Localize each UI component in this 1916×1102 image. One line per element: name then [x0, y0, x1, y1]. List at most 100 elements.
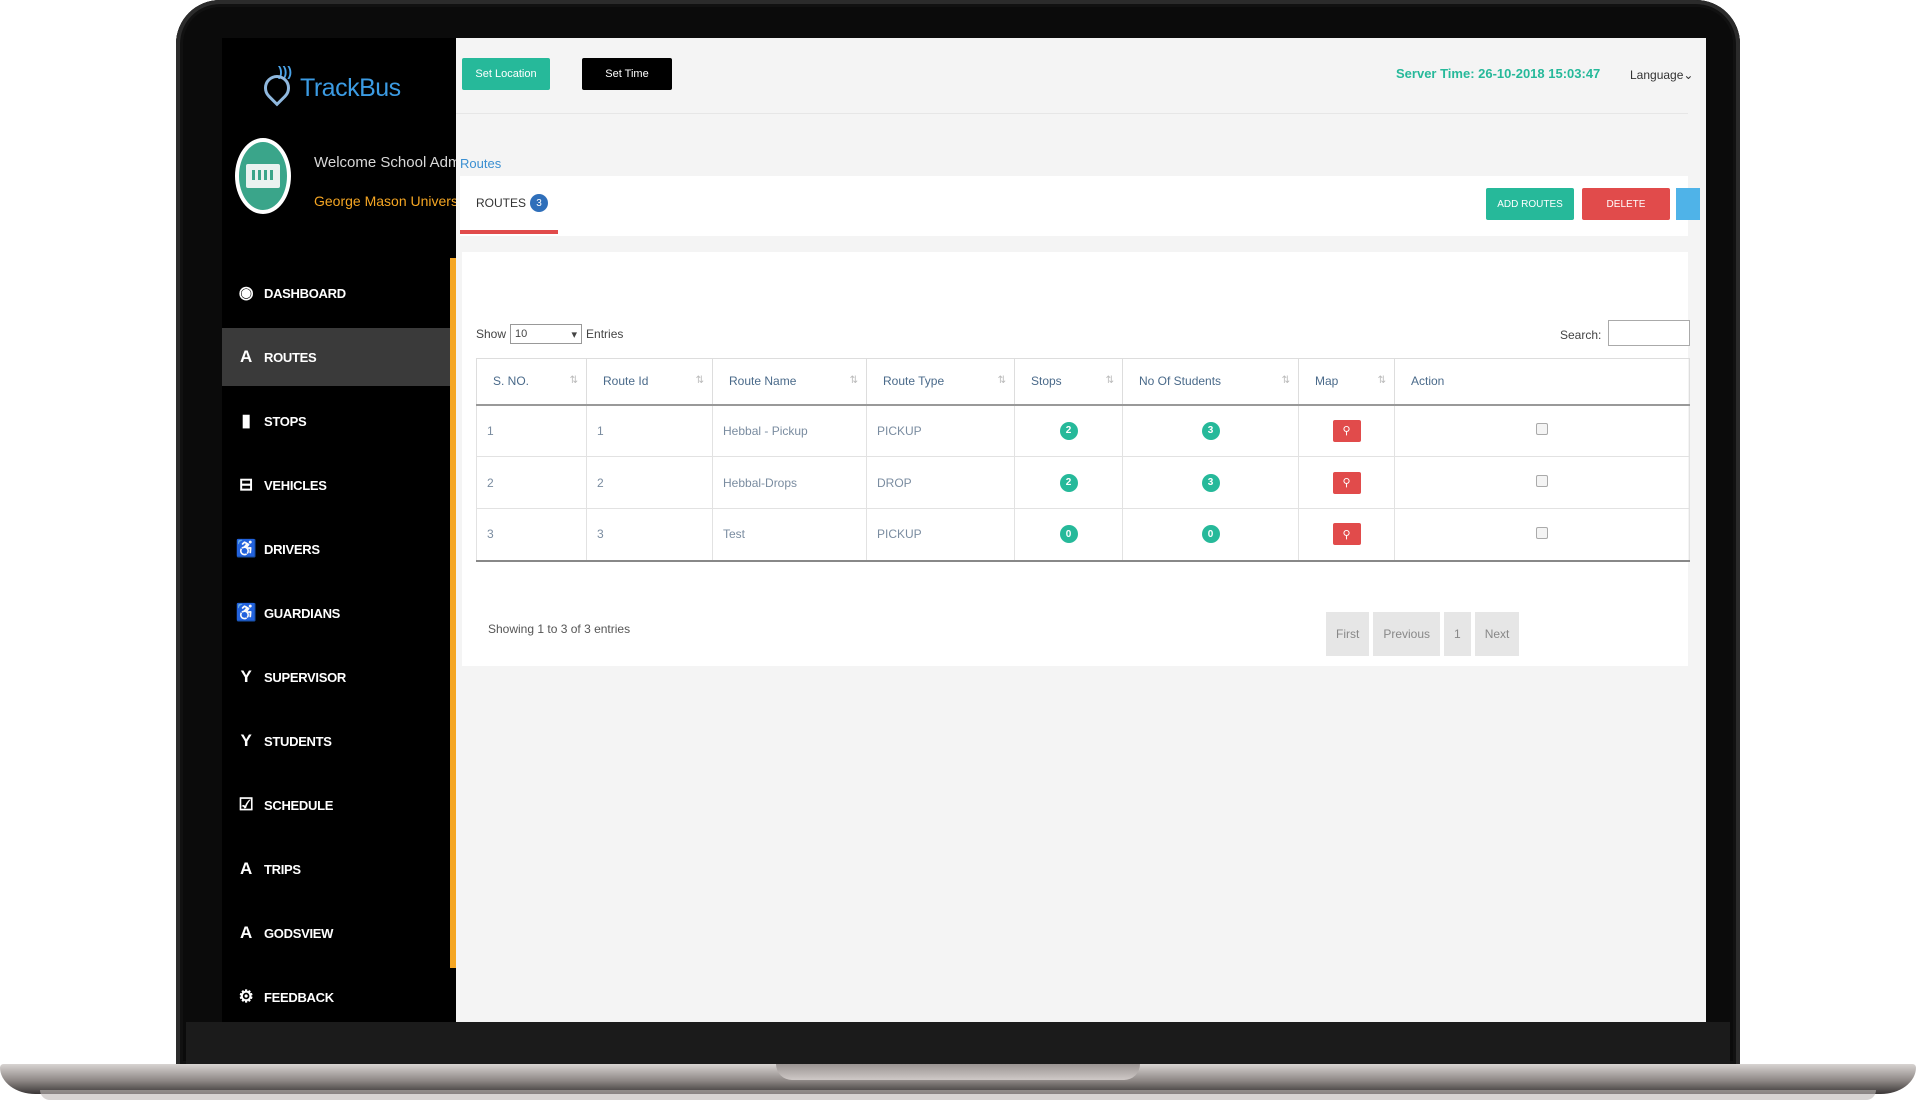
- route-id-cell: 1: [586, 404, 713, 457]
- route-type-cell: PICKUP: [866, 508, 1015, 562]
- sidebar-item-guardians[interactable]: ♿ GUARDIANS: [222, 584, 450, 642]
- action-cell: [1394, 508, 1690, 562]
- dashboard-icon: ◉: [238, 283, 254, 302]
- count-badge: 3: [530, 194, 549, 212]
- row-checkbox[interactable]: [1536, 475, 1548, 487]
- sort-icon[interactable]: ⇅: [850, 375, 858, 386]
- sidebar-item-label: TRIPS: [264, 861, 301, 877]
- set-time-button[interactable]: Set Time: [582, 58, 672, 90]
- sort-icon[interactable]: ⇅: [1282, 375, 1290, 386]
- students-cell: 3: [1122, 404, 1299, 457]
- sidebar-item-students[interactable]: Y STUDENTS: [222, 712, 450, 770]
- column-header-label: No Of Students: [1139, 374, 1222, 389]
- organization-name: George Mason University: [314, 193, 472, 209]
- column-header[interactable]: S. NO. ⇅: [476, 358, 587, 406]
- sidebar-item-trips[interactable]: A TRIPS: [222, 840, 450, 898]
- stops-cell: 2: [1014, 456, 1123, 509]
- sidebar-item-vehicles[interactable]: ⊟ VEHICLES: [222, 456, 450, 514]
- person-icon: Y: [240, 731, 252, 750]
- stops-cell: 2: [1014, 404, 1123, 457]
- column-header[interactable]: Stops ⇅: [1014, 358, 1123, 406]
- column-header-label: Route Id: [603, 374, 649, 389]
- route-id-cell: 2: [586, 456, 713, 509]
- add-routes-button[interactable]: ADD ROUTES: [1486, 188, 1574, 220]
- sidebar-item-label: DRIVERS: [264, 541, 320, 557]
- sort-icon[interactable]: ⇅: [696, 375, 704, 386]
- students-count-badge[interactable]: 3: [1201, 473, 1220, 492]
- entries-select[interactable]: 10 ▾: [510, 324, 583, 344]
- sidebar-item-dashboard[interactable]: ◉ DASHBOARD: [222, 264, 450, 322]
- logo[interactable]: ))) TrackBus: [258, 46, 432, 116]
- extra-action-button[interactable]: [1676, 188, 1700, 220]
- sidebar-item-label: STOPS: [264, 413, 307, 429]
- sidebar-item-schedule[interactable]: ☑ SCHEDULE: [222, 776, 450, 834]
- serial-number-cell: 3: [476, 508, 587, 562]
- previous-page-button[interactable]: Previous: [1373, 612, 1441, 656]
- table-row[interactable]: 3 3 Test PICKUP 0 0 ⚲: [476, 508, 1690, 562]
- language-dropdown[interactable]: Language⌄: [1630, 68, 1693, 82]
- gear-icon: ⚙: [238, 987, 254, 1006]
- school-building-icon: [246, 164, 280, 188]
- page-1-button[interactable]: 1: [1444, 612, 1471, 656]
- next-page-button[interactable]: Next: [1474, 612, 1520, 656]
- row-checkbox[interactable]: [1536, 526, 1548, 539]
- avatar[interactable]: [235, 138, 291, 214]
- wheelchair-icon: ♿: [235, 603, 257, 622]
- column-header[interactable]: Route Id ⇅: [586, 358, 713, 406]
- search-input[interactable]: [1608, 320, 1690, 346]
- search-label: Search:: [1560, 328, 1602, 342]
- sidebar-item-label: DASHBOARD: [264, 285, 346, 301]
- entries-value: 10: [515, 328, 528, 340]
- sidebar-item-label: VEHICLES: [264, 477, 327, 493]
- table-row[interactable]: 2 2 Hebbal-Drops DROP 2 3 ⚲: [476, 456, 1690, 509]
- students-count-badge[interactable]: 3: [1201, 421, 1220, 440]
- sidebar-item-supervisor[interactable]: Y SUPERVISOR: [222, 648, 450, 706]
- sort-icon[interactable]: ⇅: [570, 375, 578, 386]
- column-header[interactable]: Route Name ⇅: [712, 358, 867, 406]
- map-marker-button[interactable]: ⚲: [1332, 471, 1361, 494]
- sidebar-item-label: SUPERVISOR: [264, 669, 347, 685]
- welcome-text: Welcome School Admin: [314, 154, 473, 171]
- map-marker-button[interactable]: ⚲: [1332, 419, 1361, 442]
- students-count-badge[interactable]: 0: [1201, 525, 1220, 544]
- stops-count-badge[interactable]: 2: [1059, 473, 1078, 492]
- laptop-foot: [40, 1090, 1876, 1100]
- sort-icon[interactable]: ⇅: [998, 375, 1006, 386]
- column-header[interactable]: Action: [1394, 358, 1690, 406]
- sidebar-item-godsview[interactable]: A GODSVIEW: [222, 904, 450, 962]
- logo-text: TrackBus: [300, 73, 401, 102]
- sort-icon[interactable]: ⇅: [1378, 375, 1386, 386]
- set-location-button[interactable]: Set Location: [462, 58, 550, 90]
- table-row[interactable]: 1 1 Hebbal - Pickup PICKUP 2 3 ⚲: [476, 404, 1690, 457]
- tab-routes[interactable]: ROUTES 3: [460, 176, 558, 234]
- column-header[interactable]: Map ⇅: [1298, 358, 1395, 406]
- column-header-label: Map: [1315, 374, 1339, 389]
- column-header[interactable]: No Of Students ⇅: [1122, 358, 1299, 406]
- map-marker-button[interactable]: ⚲: [1332, 523, 1361, 546]
- column-header[interactable]: Route Type ⇅: [866, 358, 1015, 406]
- sidebar-item-feedback[interactable]: ⚙ FEEDBACK: [222, 968, 450, 1022]
- person-icon: Y: [240, 667, 252, 686]
- students-cell: 0: [1122, 508, 1299, 562]
- sidebar-item-label: ROUTES: [264, 349, 317, 365]
- sidebar: ))) TrackBus Welcome School Admin George…: [222, 38, 472, 1022]
- first-page-button[interactable]: First: [1326, 612, 1370, 656]
- row-checkbox[interactable]: [1536, 423, 1548, 436]
- delete-button[interactable]: DELETE: [1582, 188, 1670, 220]
- sidebar-item-routes[interactable]: A ROUTES: [222, 328, 450, 386]
- location-pin-icon: ))): [258, 63, 296, 111]
- road-icon: A: [240, 859, 252, 878]
- wheelchair-icon: ♿: [235, 539, 257, 558]
- sidebar-item-stops[interactable]: ▮ STOPS: [222, 392, 450, 450]
- entries-control: Show 10 ▾ Entries: [476, 324, 623, 344]
- column-header-label: Route Type: [883, 374, 945, 389]
- road-icon: A: [240, 923, 252, 942]
- sort-icon[interactable]: ⇅: [1106, 375, 1114, 386]
- sidebar-item-drivers[interactable]: ♿ DRIVERS: [222, 520, 450, 578]
- breadcrumb[interactable]: Routes: [460, 156, 501, 171]
- topbar: Set Location Set Time Server Time: 26-10…: [456, 38, 1693, 114]
- stops-count-badge[interactable]: 0: [1059, 525, 1078, 544]
- stops-count-badge[interactable]: 2: [1059, 421, 1078, 440]
- column-header-label: Stops: [1031, 374, 1062, 389]
- column-header-label: Route Name: [729, 374, 797, 389]
